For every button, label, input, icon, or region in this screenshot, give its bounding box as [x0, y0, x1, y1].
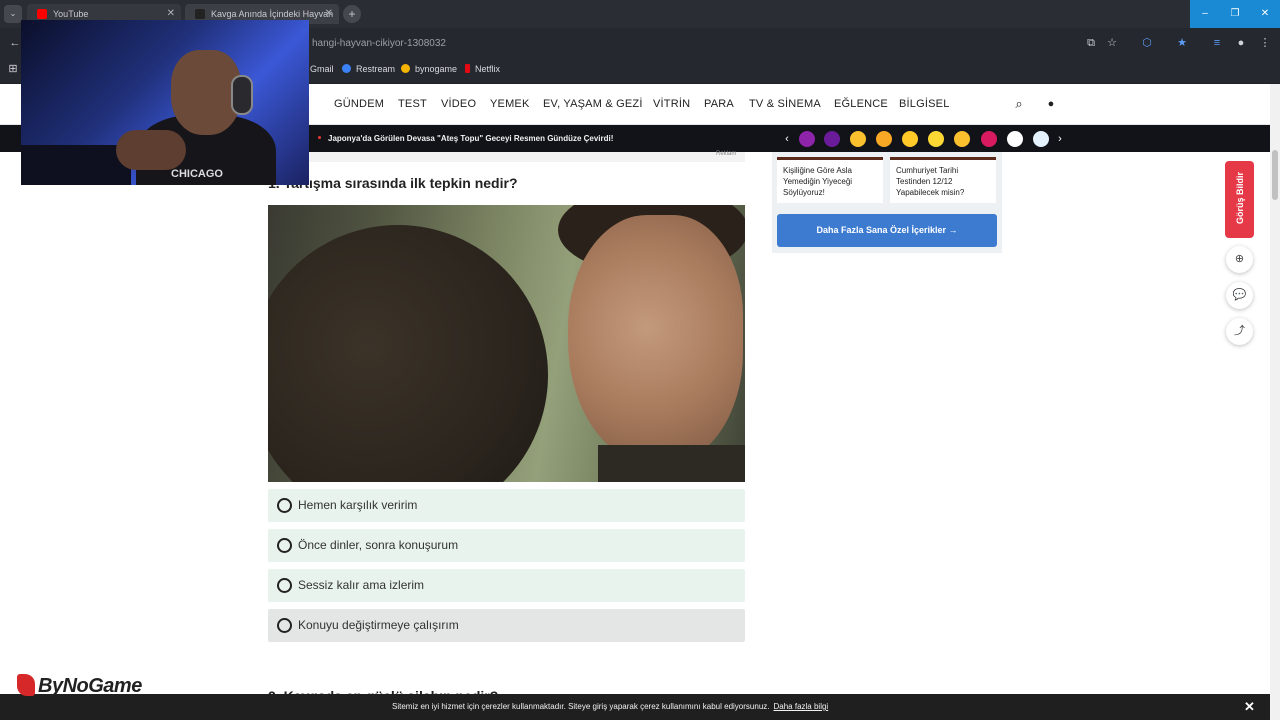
reaction-icon[interactable] — [1033, 131, 1049, 147]
cookie-text: Sitemiz en iyi hizmet için çerezler kull… — [392, 702, 829, 711]
image-figure-hair — [268, 225, 548, 482]
webcam-desk — [21, 145, 131, 185]
site-favicon-icon — [195, 9, 205, 19]
menu-icon[interactable]: ⋮ — [1258, 36, 1272, 50]
nav-item-bilgisel[interactable]: BİLGİSEL — [899, 98, 950, 110]
tab-search-button[interactable]: ⌄ — [4, 5, 22, 23]
reaction-icon[interactable] — [850, 131, 866, 147]
answer-label: Sessiz kalır ama izlerim — [298, 578, 425, 592]
media-icon[interactable]: ≡ — [1210, 36, 1224, 50]
more-content-button[interactable]: Daha Fazla Sana Özel İçerikler → — [777, 214, 997, 247]
search-icon[interactable]: ⌕ — [1012, 97, 1026, 111]
close-icon[interactable]: ✕ — [1244, 699, 1255, 715]
radio-icon[interactable] — [277, 498, 292, 513]
maximize-button[interactable]: ❐ — [1220, 0, 1250, 28]
recommended-item[interactable]: Cumhuriyet Tarihi Testinden 12/12 Yapabi… — [890, 157, 996, 203]
answer-label: Konuyu değiştirmeye çalışırım — [298, 618, 459, 632]
new-tab-button[interactable]: + — [343, 5, 361, 23]
recommended-title: Kişiliğine Göre Asla Yemediğin Yiyeceği … — [783, 166, 853, 197]
comments-icon[interactable]: 💬 — [1226, 282, 1253, 309]
nav-item-ev-yasam-gezi[interactable]: EV, YAŞAM & GEZİ — [543, 98, 643, 110]
answer-label: Önce dinler, sonra konuşurum — [298, 538, 459, 552]
close-window-button[interactable]: ✕ — [1250, 0, 1280, 28]
favorites-icon[interactable]: ★ — [1175, 36, 1189, 50]
nav-item-eglence[interactable]: EĞLENCE — [834, 98, 888, 110]
answer-option[interactable]: Sessiz kalır ama izlerim — [268, 569, 745, 602]
recommended-item[interactable]: Kişiliğine Göre Asla Yemediğin Yiyeceği … — [777, 157, 883, 203]
answer-label: Hemen karşılık veririm — [298, 498, 418, 512]
ad-slot — [268, 152, 745, 162]
reaction-icon[interactable] — [981, 131, 997, 147]
nav-item-para[interactable]: PARA — [704, 98, 734, 110]
tab-label: YouTube — [53, 9, 89, 19]
reaction-icon[interactable] — [876, 131, 892, 147]
radio-icon[interactable] — [277, 618, 292, 633]
answer-option[interactable]: Önce dinler, sonra konuşurum — [268, 529, 745, 562]
recommended-title: Cumhuriyet Tarihi Testinden 12/12 Yapabi… — [896, 166, 965, 197]
shirt-print: CHICAGO — [171, 168, 223, 180]
webcam-overlay: CHICAGO — [21, 20, 309, 185]
bookmark-star-icon[interactable]: ☆ — [1105, 36, 1119, 50]
ad-label: Reklam — [716, 151, 737, 157]
minimize-button[interactable]: – — [1190, 0, 1220, 28]
netflix-icon — [465, 64, 470, 73]
bookmark-add-icon[interactable]: ⊕ — [1226, 246, 1253, 273]
ticker-headline[interactable]: Japonya'da Görülen Devasa "Ateş Topu" Ge… — [328, 134, 613, 143]
close-icon[interactable]: ✕ — [325, 4, 333, 24]
install-app-icon[interactable]: ⧉ — [1084, 36, 1098, 50]
scrollbar-thumb[interactable] — [1272, 150, 1278, 200]
restream-icon — [342, 64, 351, 73]
reaction-icon[interactable] — [1007, 131, 1023, 147]
bynogame-logo: ByNoGame — [17, 674, 142, 698]
nav-item-tv-sinema[interactable]: TV & SİNEMA — [749, 98, 821, 110]
webcam-person-arm — [116, 130, 186, 170]
reaction-icon[interactable] — [954, 131, 970, 147]
nav-item-vitrin[interactable]: VİTRİN — [653, 98, 690, 110]
back-arrow-icon[interactable]: ← — [8, 36, 22, 50]
extension-icon[interactable]: ⬡ — [1140, 36, 1154, 50]
reaction-icon[interactable] — [928, 131, 944, 147]
bookmark-bynogame[interactable]: bynogame — [401, 64, 457, 74]
tab-label: Kavga Anında İçindeki Hayvan — [211, 9, 334, 19]
reaction-icon[interactable] — [799, 131, 815, 147]
bynogame-icon — [401, 64, 410, 73]
image-figure-shirt — [598, 445, 745, 482]
image-figure-face — [568, 215, 743, 465]
logo-mark-icon — [17, 674, 35, 696]
apps-grid-icon[interactable]: ⊞ — [6, 62, 20, 76]
reaction-icon[interactable] — [902, 131, 918, 147]
nav-item-video[interactable]: VİDEO — [441, 98, 476, 110]
youtube-favicon-icon — [37, 9, 47, 19]
radio-icon[interactable] — [277, 578, 292, 593]
nav-item-gundem[interactable]: GÜNDEM — [334, 98, 384, 110]
bookmark-netflix[interactable]: Netflix — [465, 64, 500, 74]
ticker-dot — [318, 136, 321, 139]
user-icon[interactable]: ● — [1044, 97, 1058, 111]
bookmark-restream[interactable]: Restream — [342, 64, 395, 74]
nav-item-yemek[interactable]: YEMEK — [490, 98, 530, 110]
answer-option[interactable]: Hemen karşılık veririm — [268, 489, 745, 522]
nav-item-test[interactable]: TEST — [398, 98, 427, 110]
chevron-left-icon[interactable]: ‹ — [780, 132, 794, 146]
url-text[interactable]: hangi-hayvan-cikiyor-1308032 — [312, 38, 446, 49]
radio-icon[interactable] — [277, 538, 292, 553]
headphones-icon — [231, 75, 253, 115]
cookie-more-link[interactable]: Daha fazla bilgi — [774, 702, 829, 711]
bookmark-gmail[interactable]: Gmail — [310, 64, 334, 74]
feedback-button[interactable]: Görüş Bildir — [1225, 161, 1254, 238]
chevron-right-icon[interactable]: › — [1053, 132, 1067, 146]
share-icon[interactable]: ⤴ — [1226, 318, 1253, 345]
profile-avatar-icon[interactable]: ● — [1234, 36, 1248, 50]
answer-option-hovered[interactable]: Konuyu değiştirmeye çalışırım — [268, 609, 745, 642]
question-image — [268, 205, 745, 482]
reaction-icon[interactable] — [824, 131, 840, 147]
